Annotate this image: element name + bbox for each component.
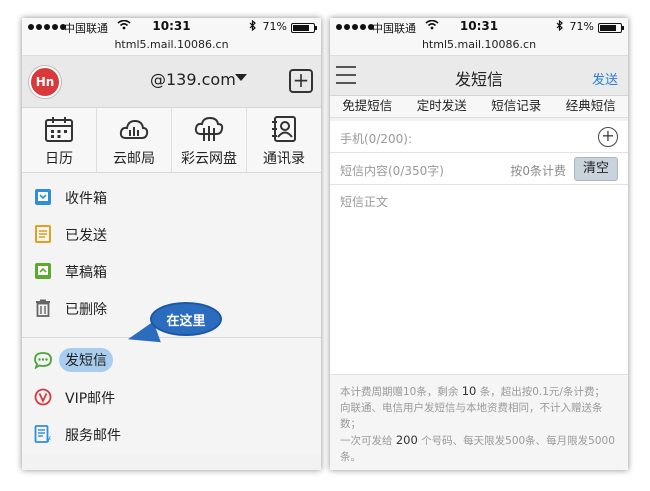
account-header: Hn @139.com + (22, 56, 321, 108)
billing-note: 按0条计费 (510, 164, 566, 178)
battery-percent: 71% (569, 20, 594, 33)
billing-info: 本计费周期赠10条，剩余 10 条，超出按0.1元/条计费； 向联通、电信用户发… (330, 375, 628, 470)
battery-percent: 71% (262, 20, 287, 33)
sms-header: 发短信 发送 (330, 56, 628, 96)
sms-tabs: 免提短信 定时发送 短信记录 经典短信 (330, 96, 628, 118)
tab-free-sms[interactable]: 免提短信 (330, 96, 405, 117)
app-cloud-mail[interactable]: 云邮局 (97, 108, 172, 172)
page-title: 发短信 (454, 70, 503, 89)
clear-button[interactable]: 清空 (574, 157, 618, 181)
app-label: 彩云网盘 (181, 151, 237, 167)
drafts-icon (35, 263, 51, 279)
info-text: 条，超出按0.1元/条计费； (479, 386, 605, 398)
battery-icon (598, 23, 624, 33)
tab-classic[interactable]: 经典短信 (554, 96, 629, 117)
info-line-1: 本计费周期赠10条，剩余 10 条，超出按0.1元/条计费； (340, 383, 618, 400)
app-label: 云邮局 (113, 151, 155, 167)
folder-label: 发短信 (59, 348, 113, 372)
callout-bubble: 在这里 (150, 302, 222, 336)
app-label: 日历 (45, 151, 73, 167)
account-name[interactable]: @139.com (150, 70, 236, 89)
cloud-drive-icon (194, 116, 224, 141)
info-line-2: 向联通、电信用户发短信与本地资费相同，不计入赠送条数； (340, 402, 603, 430)
compose-button[interactable]: + (289, 69, 313, 93)
sms-content-row: 短信内容(0/350字) 按0条计费 清空 (330, 153, 628, 185)
app-label: 通讯录 (263, 151, 305, 167)
folder-sent[interactable]: 已发送 (22, 216, 321, 253)
send-button[interactable]: 发送 (592, 69, 618, 88)
folder-label: 服务邮件 (65, 428, 121, 444)
vip-icon (34, 388, 52, 406)
quick-apps: 日历 云邮局 彩云网盘 通讯录 (22, 108, 321, 173)
folder-label: 草稿箱 (65, 265, 107, 281)
service-mail[interactable]: ¥ 服务邮件 (22, 416, 321, 453)
info-text: 本计费周期赠10条，剩余 (340, 386, 459, 398)
folder-label: 已发送 (65, 228, 107, 244)
remaining-count: 10 (461, 384, 477, 398)
right-screen: 中国联通 10:31 71% html5.mail.10086.cn 发短信 发… (330, 18, 628, 470)
tab-history[interactable]: 短信记录 (479, 96, 554, 117)
phone-placeholder: 手机(0/200): (340, 132, 412, 146)
folder-label: 收件箱 (65, 191, 107, 207)
sms-icon (34, 352, 52, 369)
app-calendar[interactable]: 日历 (22, 108, 97, 172)
content-placeholder: 短信内容(0/350字) (340, 164, 444, 178)
svg-text:¥: ¥ (46, 435, 51, 443)
service-vip[interactable]: VIP邮件 (22, 379, 321, 416)
bluetooth-icon (249, 19, 257, 34)
folder-drafts[interactable]: 草稿箱 (22, 253, 321, 290)
folder-inbox[interactable]: 收件箱 (22, 179, 321, 216)
info-line-3: 一次可发给 200 个号码、每天限发500条、每月限发5000条。 (340, 432, 618, 465)
body-placeholder: 短信正文 (340, 195, 389, 209)
calendar-icon (45, 117, 73, 142)
left-screen: 中国联通 10:31 71% html5.mail.10086.cn Hn @1… (22, 18, 321, 470)
folder-label: VIP邮件 (65, 391, 116, 407)
cloud-mail-icon (119, 119, 149, 139)
app-contacts[interactable]: 通讯录 (247, 108, 321, 172)
contacts-icon (272, 116, 296, 142)
app-cloud-drive[interactable]: 彩云网盘 (172, 108, 247, 172)
tab-scheduled[interactable]: 定时发送 (405, 96, 480, 117)
url-bar[interactable]: html5.mail.10086.cn (330, 38, 628, 51)
sms-body-textarea[interactable]: 短信正文 (330, 185, 628, 375)
add-contact-icon[interactable]: + (598, 127, 618, 147)
url-bar[interactable]: html5.mail.10086.cn (22, 38, 321, 51)
bluetooth-icon (556, 19, 564, 34)
info-text: 一次可发给 (340, 435, 393, 447)
trash-icon (36, 299, 50, 317)
recipient-limit: 200 (395, 433, 418, 447)
phone-number-field[interactable]: 手机(0/200): + (330, 121, 628, 153)
inbox-icon (35, 189, 51, 205)
folder-label: 已删除 (65, 302, 107, 318)
service-mail-icon: ¥ (34, 425, 51, 443)
status-bar: 中国联通 10:31 71% html5.mail.10086.cn (330, 18, 628, 56)
battery-icon (291, 23, 317, 33)
avatar[interactable]: Hn (29, 66, 61, 98)
chevron-down-icon[interactable] (235, 74, 247, 81)
sent-icon (35, 225, 51, 243)
service-sms[interactable]: 发短信 (22, 342, 321, 379)
status-bar: 中国联通 10:31 71% html5.mail.10086.cn (22, 18, 321, 56)
